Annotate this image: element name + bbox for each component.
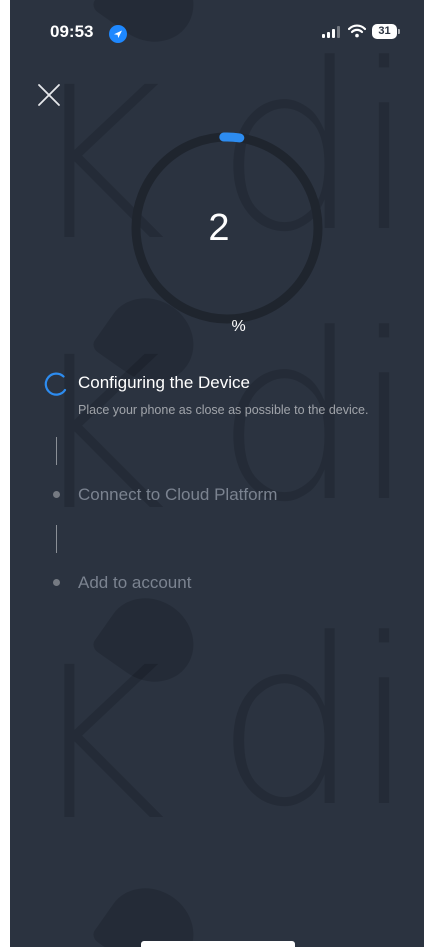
step-hint: Place your phone as close as possible to… xyxy=(78,403,369,417)
progress-unit: % xyxy=(231,318,246,335)
loading-spinner-icon xyxy=(44,372,67,396)
status-time: 09:53 xyxy=(50,22,94,41)
watermark-letter: K xyxy=(28,312,166,557)
watermark-letter: K xyxy=(28,622,166,867)
status-bar: 09:53 31 xyxy=(10,0,424,48)
step-connector xyxy=(56,437,57,465)
battery-level: 31 xyxy=(372,24,397,39)
cellular-signal-icon xyxy=(322,26,340,38)
close-icon xyxy=(38,84,60,106)
watermark-logo-mark xyxy=(90,581,210,699)
step-dot-icon xyxy=(53,491,60,498)
battery-icon: 31 xyxy=(372,24,400,39)
watermark-word: dig xyxy=(215,591,424,858)
step-label: Connect to Cloud Platform xyxy=(78,485,278,504)
progress-number: 2 xyxy=(208,207,230,249)
watermark-logo-mark xyxy=(90,871,210,947)
step-connector xyxy=(56,525,57,553)
home-indicator[interactable] xyxy=(141,941,295,947)
step-label: Configuring the Device xyxy=(78,373,250,392)
progress-percentage: 2 % xyxy=(127,128,327,335)
close-button[interactable] xyxy=(34,80,64,110)
location-arrow-icon xyxy=(109,25,127,43)
app-screen: K dig K dig K dig 09:53 31 xyxy=(10,0,424,947)
step-dot-icon xyxy=(53,579,60,586)
wifi-icon xyxy=(347,24,367,38)
step-label: Add to account xyxy=(78,573,192,592)
